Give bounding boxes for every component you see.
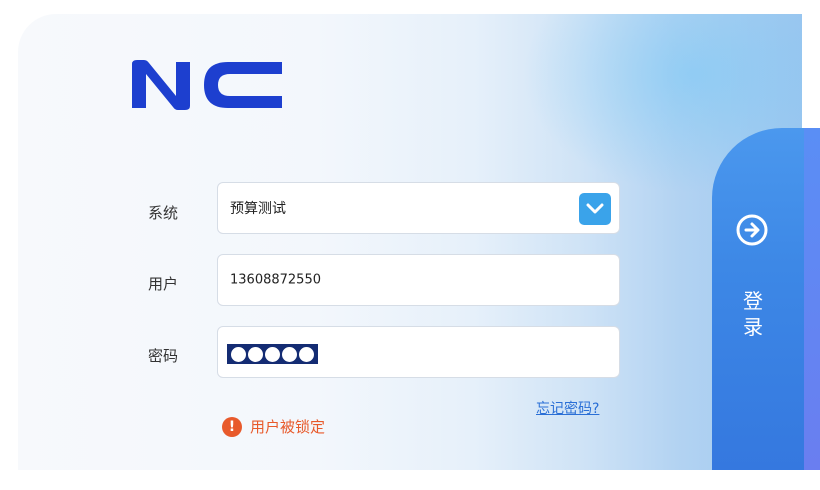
nc-logo xyxy=(132,60,284,110)
password-mask xyxy=(227,344,318,364)
password-dot xyxy=(282,346,297,362)
password-dot xyxy=(231,346,246,362)
password-dot xyxy=(248,346,263,362)
password-dot xyxy=(299,346,314,362)
system-select-value: 预算测试 xyxy=(230,201,286,217)
arrow-right-circle-icon xyxy=(734,212,770,248)
forgot-password-link[interactable]: 忘记密码? xyxy=(536,398,599,418)
system-select[interactable]: 预算测试 xyxy=(217,182,620,234)
login-screen: 系统 预算测试 用户 13608872550 密码 忘记密码? ! 用户被锁定 xyxy=(0,0,820,490)
password-dot xyxy=(265,346,280,362)
error-text: 用户被锁定 xyxy=(250,418,326,436)
password-label: 密码 xyxy=(148,347,179,365)
login-button[interactable]: 登录 xyxy=(712,128,820,470)
login-label: 登录 xyxy=(743,289,763,339)
user-label: 用户 xyxy=(148,275,179,293)
user-field-value: 13608872550 xyxy=(230,272,321,288)
user-field[interactable]: 13608872550 xyxy=(217,254,620,306)
exclamation-icon: ! xyxy=(222,416,242,437)
system-label: 系统 xyxy=(148,204,179,222)
error-message: ! 用户被锁定 xyxy=(222,416,325,437)
password-field[interactable] xyxy=(217,326,620,378)
chevron-down-icon[interactable] xyxy=(579,193,611,225)
